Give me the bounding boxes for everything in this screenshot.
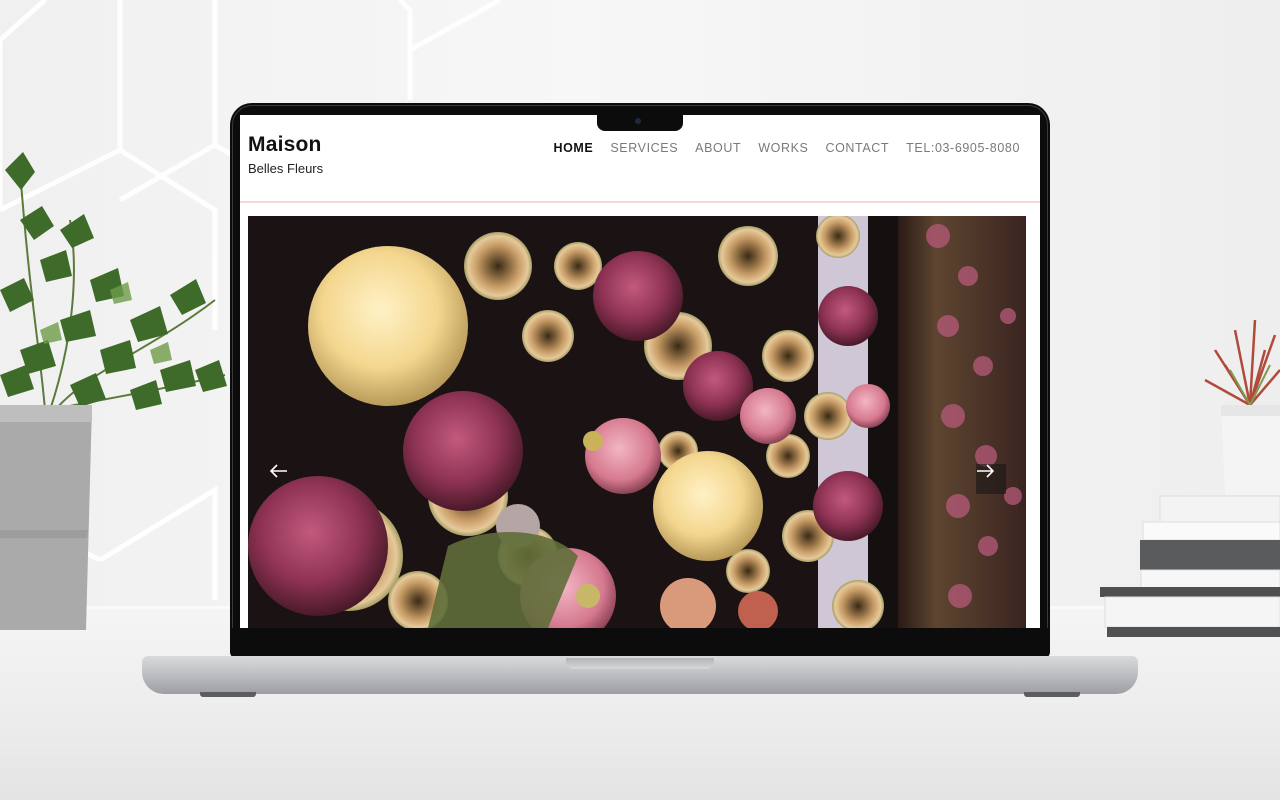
webcam-icon	[635, 118, 641, 124]
screen-bottom-bezel	[232, 628, 1048, 658]
nav-telephone[interactable]: TEL:03-6905-8080	[906, 141, 1020, 155]
nav-about[interactable]: ABOUT	[695, 141, 741, 155]
nav-home[interactable]: HOME	[553, 141, 593, 155]
book-stack	[1095, 492, 1280, 647]
arrow-left-icon	[270, 464, 287, 478]
camera-notch	[597, 113, 683, 131]
hero-flower-image	[248, 216, 1026, 628]
potted-plant-right	[1195, 310, 1280, 510]
brand-subtitle: Belles Fleurs	[248, 161, 324, 176]
laptop-screen: Maison Belles Fleurs HOME SERVICES ABOUT…	[240, 115, 1040, 628]
main-nav: HOME SERVICES ABOUT WORKS CONTACT TEL:03…	[553, 141, 1020, 155]
slideshow-next-button[interactable]	[976, 464, 1006, 494]
arrow-right-icon	[977, 464, 994, 478]
header-divider	[240, 201, 1040, 203]
nav-works[interactable]: WORKS	[758, 141, 808, 155]
hero-slideshow	[248, 216, 1026, 628]
laptop-foot-right	[1024, 692, 1080, 697]
nav-services[interactable]: SERVICES	[610, 141, 678, 155]
slideshow-prev-button[interactable]	[270, 464, 300, 494]
brand-title[interactable]: Maison	[248, 133, 322, 157]
nav-contact[interactable]: CONTACT	[825, 141, 889, 155]
potted-plant-left	[0, 150, 240, 640]
laptop-foot-left	[200, 692, 256, 697]
laptop-opening-lip	[566, 658, 714, 669]
